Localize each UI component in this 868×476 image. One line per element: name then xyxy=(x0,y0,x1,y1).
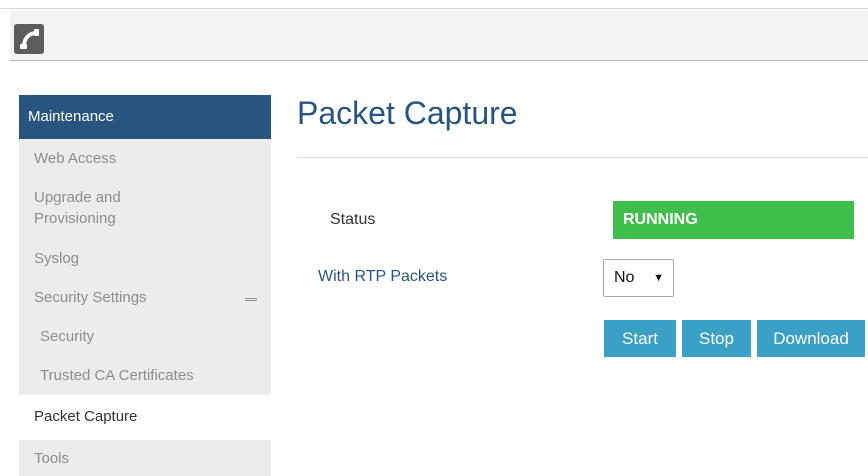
sidebar-header-maintenance[interactable]: Maintenance xyxy=(19,95,271,139)
sidebar-item-label: Packet Capture xyxy=(34,407,138,425)
sidebar-item-label: Security Settings xyxy=(34,289,147,306)
sidebar-item-security-settings[interactable]: Security Settings xyxy=(19,278,271,317)
sidebar-item-trusted-ca-certificates[interactable]: Trusted CA Certificates xyxy=(19,356,271,395)
sidebar-item-label: Tools xyxy=(34,449,70,467)
start-button[interactable]: Start xyxy=(604,320,676,357)
rtp-packets-label: With RTP Packets xyxy=(318,268,448,285)
dropdown-arrow-icon: ▼ xyxy=(653,272,664,284)
sidebar-item-packet-capture[interactable]: Packet Capture xyxy=(19,395,271,437)
frame-top-line xyxy=(0,8,868,9)
title-divider xyxy=(297,157,868,158)
phone-handset-icon[interactable] xyxy=(14,24,44,54)
stop-button[interactable]: Stop xyxy=(682,320,751,357)
status-badge: RUNNING xyxy=(613,201,854,239)
sidebar-item-label: Security xyxy=(40,328,95,345)
rtp-packets-value: No xyxy=(614,269,635,286)
status-label: Status xyxy=(330,211,376,228)
page-title: Packet Capture xyxy=(297,95,518,131)
sidebar-item-tools[interactable]: Tools xyxy=(19,440,271,476)
sidebar-item-web-access[interactable]: Web Access xyxy=(19,139,271,177)
sidebar-item-label: Web Access xyxy=(34,149,117,167)
collapse-icon[interactable] xyxy=(245,298,257,301)
sidebar-item-label: Trusted CA Certificates xyxy=(40,367,194,384)
sidebar: Maintenance Web Access Upgrade and Provi… xyxy=(19,95,271,476)
sidebar-item-label: Syslog xyxy=(34,250,80,267)
download-button[interactable]: Download xyxy=(757,320,865,357)
sidebar-item-label: Upgrade and Provisioning xyxy=(34,189,121,227)
top-bar xyxy=(10,10,868,61)
rtp-packets-select[interactable]: No ▼ xyxy=(603,259,674,297)
sidebar-item-syslog[interactable]: Syslog xyxy=(19,239,271,278)
sidebar-item-upgrade-provisioning[interactable]: Upgrade and Provisioning xyxy=(19,177,271,239)
sidebar-item-security[interactable]: Security xyxy=(19,317,271,356)
